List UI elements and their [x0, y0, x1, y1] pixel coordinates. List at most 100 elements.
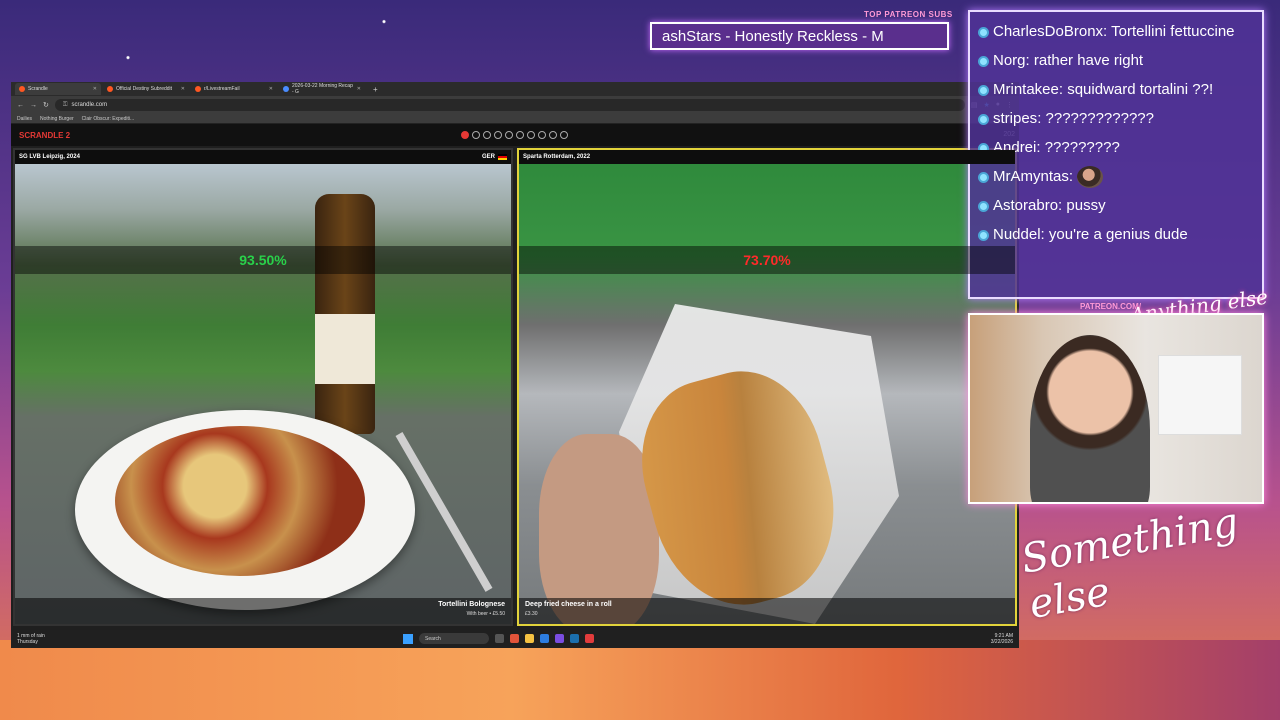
url-text: scrandle.com	[71, 102, 108, 108]
rating-percent: 73.70%	[519, 246, 1015, 274]
card-header: SG LVB Leipzig, 2024 GER	[15, 150, 511, 164]
address-bar: ← → ↻ ⚿scrandle.com ▤ ★ ● ⋮	[11, 96, 1019, 114]
close-icon[interactable]: ✕	[269, 86, 273, 92]
browser-app-icon[interactable]	[510, 634, 519, 643]
sub-badge-icon	[978, 26, 989, 38]
site-header: SCRANDLE 2 202	[11, 124, 1019, 146]
folder-icon[interactable]	[525, 634, 534, 643]
progress-dot	[461, 131, 469, 139]
close-icon[interactable]: ✕	[181, 86, 185, 92]
url-field[interactable]: ⚿ scrandle.com	[54, 99, 965, 111]
tab-label: Official Destiny Subreddit	[116, 86, 173, 92]
chat-message: Mrintakee: squidward tortalini ??!	[978, 78, 1254, 101]
food-card-left[interactable]: SG LVB Leipzig, 2024 GER 93.50% Tortelli…	[13, 148, 513, 626]
chat-text: you're a genius dude	[1048, 226, 1188, 244]
card-header: Sparta Rotterdam, 2022	[519, 150, 1015, 164]
bookmark-dailies[interactable]: Dailies	[17, 116, 32, 122]
system-tray[interactable]: 9:21 AM 3/22/2026	[991, 633, 1013, 645]
obs-icon[interactable]	[585, 634, 594, 643]
tortellini	[115, 426, 365, 576]
tab-lsf[interactable]: r/LivestreamFail ✕	[191, 83, 277, 95]
germany-flag-icon	[498, 154, 507, 160]
chat-message: stripes: ?????????????	[978, 107, 1254, 130]
beer-label	[315, 314, 375, 384]
tab-label: 2026-03-22 Morning Recap - G	[292, 83, 353, 95]
app-icon[interactable]	[540, 634, 549, 643]
face-emote-icon	[1077, 166, 1104, 189]
chat-text: pussy	[1066, 197, 1106, 215]
chat-user: Mrintakee	[993, 81, 1059, 98]
task-view-icon[interactable]	[495, 634, 504, 643]
dish-name: Deep fried cheese in a roll	[525, 601, 612, 608]
tab-destiny[interactable]: Official Destiny Subreddit ✕	[103, 83, 189, 95]
background-band	[0, 640, 1280, 720]
food-card-right[interactable]: Sparta Rotterdam, 2022 73.70% Deep fried…	[517, 148, 1017, 626]
progress-dot	[505, 131, 513, 139]
taskbar-apps: Search	[403, 633, 594, 644]
windows-taskbar: 1 mm of rain Thursday Search 9:21 AM 3/2…	[11, 630, 1019, 648]
patreon-subs-label: TOP PATREON SUBS	[864, 10, 953, 19]
sub-badge-icon	[978, 229, 989, 241]
lock-icon: ⚿	[62, 101, 68, 108]
new-tab-button[interactable]: +	[367, 85, 384, 94]
taskbar-search[interactable]: Search	[419, 633, 489, 644]
card-footer: Deep fried cheese in a roll £3.30	[519, 598, 1015, 624]
sub-badge-icon	[978, 55, 989, 67]
forward-icon[interactable]: →	[30, 102, 37, 109]
clock-date: 3/22/2026	[990, 639, 1013, 645]
discord-icon[interactable]	[555, 634, 564, 643]
steam-icon[interactable]	[570, 634, 579, 643]
close-icon[interactable]: ✕	[93, 86, 97, 92]
sub-badge-icon	[978, 200, 989, 212]
chat-message: Andrei: ?????????	[978, 136, 1254, 159]
progress-dot	[527, 131, 535, 139]
favicon-icon	[19, 86, 25, 92]
drawers	[1158, 355, 1242, 435]
search-label: Search	[425, 635, 441, 642]
tab-label: Scrandle	[28, 86, 48, 92]
card-country: GER	[482, 154, 507, 160]
food-photo	[15, 164, 511, 624]
progress-dot	[538, 131, 546, 139]
chat-text: ?????????	[1044, 139, 1120, 156]
bookmark-nothing-burger[interactable]: Nothing Burger	[40, 116, 74, 122]
chat-user: CharlesDoBronx	[993, 23, 1104, 40]
weather-widget[interactable]: 1 mm of rain Thursday	[17, 633, 45, 645]
site-logo[interactable]: SCRANDLE 2	[19, 131, 70, 140]
card-footer: Tortellini Bolognese With beer • £5.50	[15, 598, 511, 624]
reddit-icon	[107, 86, 113, 92]
progress-dots	[461, 131, 568, 139]
tab-scrandle[interactable]: Scrandle ✕	[15, 83, 101, 95]
webcam-feed	[968, 313, 1264, 504]
chat-message: Nuddel: you're a genius dude	[978, 223, 1254, 246]
browser-window: Scrandle ✕ Official Destiny Subreddit ✕ r/…	[11, 82, 1019, 648]
dish-detail: With beer • £5.50	[466, 611, 505, 617]
back-icon[interactable]: ←	[17, 102, 24, 109]
progress-dot	[472, 131, 480, 139]
food-photo	[519, 164, 1015, 624]
chat-user: Astorabro	[993, 197, 1059, 215]
patreon-ticker: ashStars - Honestly Reckless - M	[650, 22, 949, 50]
bookmarks-bar: Dailies Nothing Burger Clair Obscur: Exp…	[11, 114, 1019, 124]
chat-message: MrAmyntas:	[978, 165, 1254, 189]
reload-icon[interactable]: ↻	[43, 101, 49, 109]
tab-recap[interactable]: 2026-03-22 Morning Recap - G ✕	[279, 83, 365, 95]
chat-message: Astorabro: pussy	[978, 194, 1254, 217]
chat-user: MrAmyntas	[993, 168, 1069, 185]
windows-start-icon[interactable]	[403, 633, 413, 644]
chat-text: squidward tortalini ??!	[1067, 81, 1214, 98]
chat-message: Norg: rather have right	[978, 49, 1254, 72]
close-icon[interactable]: ✕	[357, 86, 361, 92]
card-location: SG LVB Leipzig, 2024	[19, 154, 80, 160]
sub-badge-icon	[978, 113, 989, 125]
card-location: Sparta Rotterdam, 2022	[523, 154, 591, 160]
chat-text: ?????????????	[1045, 110, 1154, 127]
sub-badge-icon	[978, 171, 989, 183]
cards-container: SG LVB Leipzig, 2024 GER 93.50% Tortelli…	[11, 148, 1019, 628]
progress-dot	[560, 131, 568, 139]
chat-user: stripes	[993, 110, 1038, 127]
weather-day: Thursday	[17, 639, 38, 645]
progress-dot	[549, 131, 557, 139]
dish-detail: £3.30	[525, 611, 538, 617]
bookmark-clair-obscur[interactable]: Clair Obscur: Expediti...	[82, 116, 135, 122]
